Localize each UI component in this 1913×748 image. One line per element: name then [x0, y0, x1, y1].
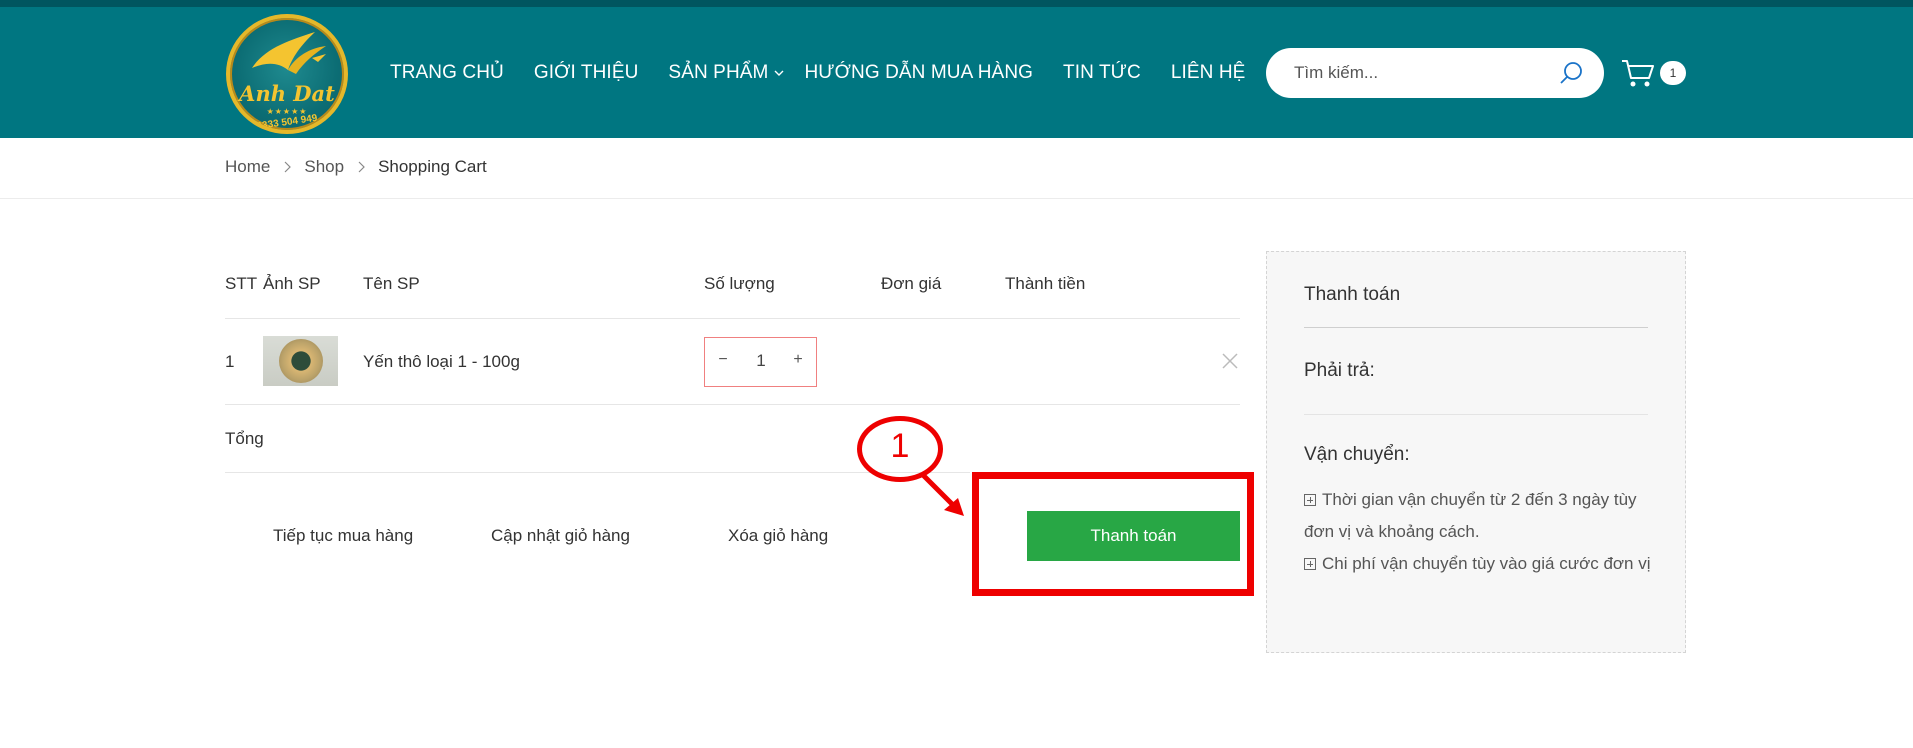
table-divider [225, 472, 970, 473]
summary-divider [1304, 414, 1648, 415]
breadcrumb: Home Shop Shopping Cart [225, 157, 487, 177]
header-subtotal: Thành tiền [1005, 274, 1086, 293]
nav-buying-guide[interactable]: HƯỚNG DẪN MUA HÀNG [804, 62, 1033, 84]
shipping-note-cost: Chi phí vận chuyển tùy vào giá cước đơn … [1304, 548, 1654, 580]
nav-contact[interactable]: LIÊN HỆ [1171, 62, 1246, 84]
breadcrumb-home[interactable]: Home [225, 157, 270, 177]
header-quantity: Số lượng [704, 274, 775, 293]
remove-item-close-icon[interactable] [1221, 352, 1239, 370]
summary-divider [1304, 327, 1648, 328]
search-icon[interactable] [1558, 60, 1584, 86]
nav-about[interactable]: GIỚI THIỆU [534, 62, 639, 84]
page: Anh Dat ★★★★★ 0333 504 949 TRANG CHỦ GIỚ… [0, 0, 1913, 748]
search-box [1266, 48, 1604, 98]
shipping-note-time-text: Thời gian vận chuyển từ 2 đến 3 ngày tùy… [1304, 490, 1637, 541]
chevron-right-icon [284, 161, 292, 173]
plus-square-icon [1304, 558, 1316, 570]
cart-count-badge: 1 [1660, 61, 1686, 85]
quantity-decrease-button[interactable]: − [713, 351, 733, 369]
checkout-summary-panel: Thanh toán Phải trả: Vận chuyển: Thời gi… [1266, 251, 1686, 653]
breadcrumb-divider [0, 198, 1913, 199]
summary-title: Thanh toán [1304, 284, 1401, 305]
chevron-right-icon [358, 161, 365, 173]
product-name-link[interactable]: Yến thô loại 1 - 100g [363, 352, 520, 372]
shipping-note-cost-text: Chi phí vận chuyển tùy vào giá cước đơn … [1322, 554, 1651, 573]
header-image: Ảnh SP [263, 274, 321, 293]
chevron-down-icon [774, 70, 784, 76]
nav-home[interactable]: TRANG CHỦ [390, 62, 504, 84]
main-nav: TRANG CHỦ GIỚI THIỆU SẢN PHẨM HƯỚNG DẪN … [390, 58, 1275, 88]
nav-products-label: SẢN PHẨM [668, 62, 769, 83]
shipping-label: Vận chuyển: [1304, 444, 1410, 465]
search-input[interactable] [1294, 61, 1554, 85]
quantity-input[interactable]: 1 [735, 351, 787, 371]
nav-news[interactable]: TIN TỨC [1063, 62, 1141, 84]
header-index: STT [225, 274, 258, 293]
annotation-arrow-icon [920, 472, 964, 516]
cart-icon[interactable] [1621, 58, 1655, 88]
update-cart-button[interactable]: Cập nhật giỏ hàng [491, 526, 630, 546]
quantity-increase-button[interactable]: + [788, 351, 808, 369]
nav-products[interactable]: SẢN PHẨM [668, 62, 786, 84]
clear-cart-button[interactable]: Xóa giỏ hàng [728, 526, 828, 546]
shipping-note-time: Thời gian vận chuyển từ 2 đến 3 ngày tùy… [1304, 484, 1654, 548]
header-top-strip [0, 0, 1913, 7]
header-unit-price: Đơn giá [881, 274, 942, 293]
amount-due-label: Phải trả: [1304, 360, 1375, 381]
header-name: Tên SP [363, 274, 420, 293]
plus-square-icon [1304, 494, 1316, 506]
site-logo[interactable]: Anh Dat ★★★★★ 0333 504 949 [226, 14, 348, 134]
quantity-stepper: − 1 + [704, 337, 817, 387]
annotation-highlight-box [972, 472, 1254, 596]
breadcrumb-current: Shopping Cart [378, 157, 487, 176]
table-divider [225, 318, 1240, 319]
row-index: 1 [225, 352, 235, 371]
site-header: Anh Dat ★★★★★ 0333 504 949 TRANG CHỦ GIỚ… [0, 0, 1913, 138]
total-label: Tổng [225, 429, 264, 448]
product-image-disc [279, 339, 323, 383]
continue-shopping-button[interactable]: Tiếp tục mua hàng [273, 526, 413, 546]
breadcrumb-shop[interactable]: Shop [304, 157, 344, 177]
table-divider [225, 404, 1240, 405]
logo-brand-text: Anh Dat [239, 81, 335, 106]
product-thumbnail[interactable] [263, 336, 338, 386]
